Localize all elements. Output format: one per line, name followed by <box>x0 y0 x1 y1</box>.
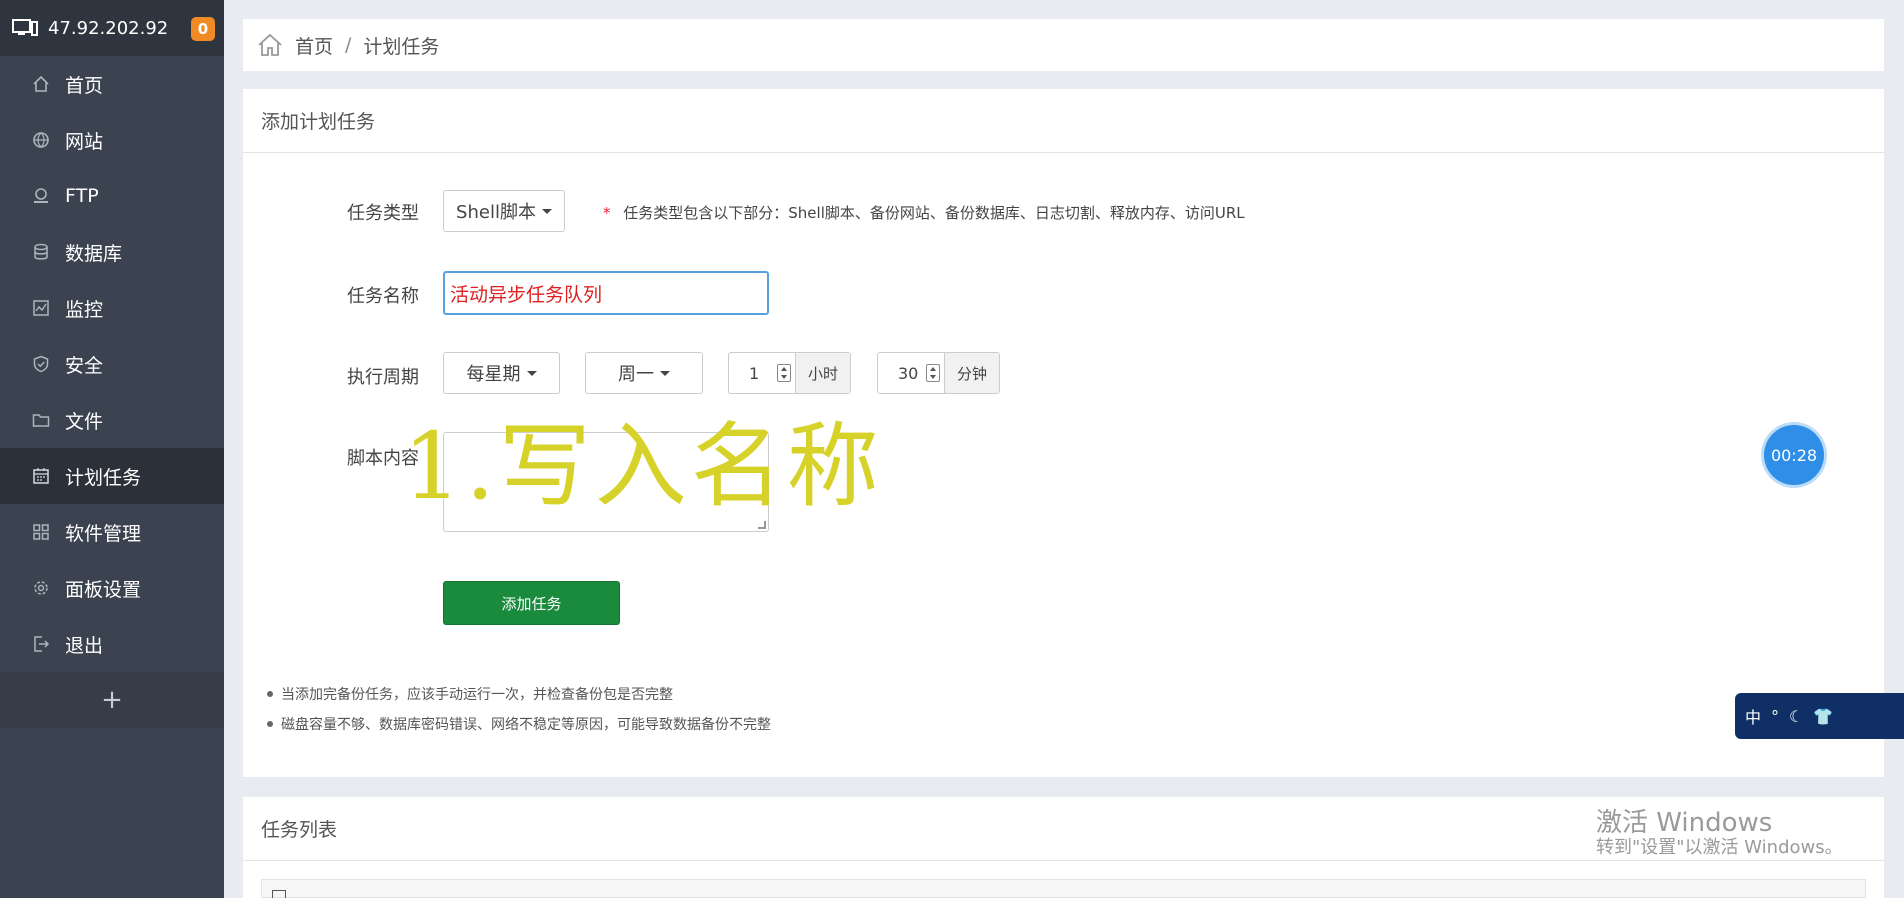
sidebar-item-database[interactable]: 数据库 <box>0 224 224 280</box>
sidebar-item-monitor[interactable]: 监控 <box>0 280 224 336</box>
sidebar-item-label: 安全 <box>65 354 104 377</box>
weekday-dropdown[interactable]: 周一 <box>585 352 703 394</box>
stepper-arrows-icon[interactable] <box>777 364 791 382</box>
server-header: 47.92.202.92 0 <box>0 0 224 56</box>
home-icon <box>258 33 282 56</box>
minute-unit: 分钟 <box>944 353 1000 393</box>
shirt-icon[interactable]: 👕 <box>1813 707 1833 726</box>
recording-timer[interactable]: 00:28 <box>1764 425 1824 485</box>
tip-item: 当添加完备份任务，应该手动运行一次，并检查备份包是否完整 <box>267 679 771 709</box>
task-type-hint-text: 任务类型包含以下部分：Shell脚本、备份网站、备份数据库、日志切割、释放内存、… <box>623 204 1245 222</box>
task-type-dropdown[interactable]: Shell脚本 <box>443 190 565 232</box>
tips-list: 当添加完备份任务，应该手动运行一次，并检查备份包是否完整 磁盘容量不够、数据库密… <box>267 679 771 739</box>
ftp-icon <box>32 187 50 205</box>
chevron-down-icon <box>660 370 670 376</box>
chevron-down-icon <box>541 208 552 214</box>
sidebar-item-files[interactable]: 文件 <box>0 392 224 448</box>
sidebar: 47.92.202.92 0 首页 网站 FTP 数据库 监控 安全 文件 计划… <box>0 0 224 898</box>
sidebar-item-website[interactable]: 网站 <box>0 112 224 168</box>
home-icon <box>32 75 50 93</box>
sidebar-item-ftp[interactable]: FTP <box>0 168 224 224</box>
ime-toolbar[interactable]: 中 ° ☾ 👕 <box>1735 693 1904 739</box>
sidebar-item-label: 计划任务 <box>65 466 142 489</box>
breadcrumb-current: 计划任务 <box>363 35 440 58</box>
breadcrumb-separator: / <box>345 34 352 56</box>
breadcrumb: 首页 / 计划任务 <box>243 19 1884 71</box>
add-task-button[interactable]: 添加任务 <box>443 581 620 625</box>
monitor-icon <box>12 19 38 36</box>
sidebar-item-label: 面板设置 <box>65 578 142 601</box>
period-value: 每星期 <box>466 364 521 385</box>
task-name-label: 任务名称 <box>347 286 419 307</box>
server-ip: 47.92.202.92 <box>48 17 169 39</box>
task-type-value: Shell脚本 <box>456 202 536 223</box>
folder-icon <box>32 411 50 429</box>
task-table-header <box>261 879 1866 898</box>
hour-stepper[interactable]: 1 小时 <box>728 352 852 394</box>
weekday-value: 周一 <box>618 364 654 385</box>
punctuation-icon[interactable]: ° <box>1771 707 1779 726</box>
sidebar-add-button[interactable]: + <box>0 672 224 728</box>
hour-value: 1 <box>749 363 760 383</box>
monitor-icon <box>32 299 50 317</box>
sidebar-nav: 首页 网站 FTP 数据库 监控 安全 文件 计划任务 软件管理 面板设置 退出 <box>0 56 224 672</box>
breadcrumb-home-link[interactable]: 首页 <box>295 32 333 59</box>
select-all-checkbox[interactable] <box>272 890 286 898</box>
calendar-icon <box>32 467 50 485</box>
gear-icon <box>32 579 50 597</box>
sidebar-item-home[interactable]: 首页 <box>0 56 224 112</box>
moon-icon[interactable]: ☾ <box>1789 707 1803 726</box>
grid-icon <box>32 523 50 541</box>
sidebar-item-label: 退出 <box>65 634 104 657</box>
sidebar-item-label: 软件管理 <box>65 522 142 545</box>
task-type-label: 任务类型 <box>347 203 419 224</box>
sidebar-item-label: 文件 <box>65 410 104 433</box>
minute-stepper[interactable]: 30 分钟 <box>877 352 1001 394</box>
hour-stepper-value[interactable]: 1 <box>729 353 795 393</box>
database-icon <box>32 243 50 261</box>
sidebar-item-panel-settings[interactable]: 面板设置 <box>0 560 224 616</box>
stepper-arrows-icon[interactable] <box>926 364 940 382</box>
notification-badge[interactable]: 0 <box>191 17 215 41</box>
tip-item: 磁盘容量不够、数据库密码错误、网络不稳定等原因，可能导致数据备份不完整 <box>267 709 771 739</box>
sidebar-item-scheduled-tasks[interactable]: 计划任务 <box>0 448 224 504</box>
period-label: 执行周期 <box>347 367 419 388</box>
sidebar-item-label: FTP <box>65 185 99 207</box>
sidebar-item-security[interactable]: 安全 <box>0 336 224 392</box>
sidebar-item-software[interactable]: 软件管理 <box>0 504 224 560</box>
activation-watermark-subtitle: 转到"设置"以激活 Windows。 <box>1596 837 1843 858</box>
sidebar-item-label: 首页 <box>65 74 104 97</box>
minute-value: 30 <box>898 363 919 383</box>
task-type-hint: * 任务类型包含以下部分：Shell脚本、备份网站、备份数据库、日志切割、释放内… <box>603 202 1245 223</box>
logout-icon <box>32 635 50 653</box>
sidebar-item-label: 网站 <box>65 130 104 153</box>
add-task-panel: 添加计划任务 任务类型 Shell脚本 * 任务类型包含以下部分：Shell脚本… <box>243 89 1884 777</box>
minute-stepper-value[interactable]: 30 <box>878 353 944 393</box>
period-dropdown[interactable]: 每星期 <box>443 352 560 394</box>
shield-icon <box>32 355 50 373</box>
sidebar-item-logout[interactable]: 退出 <box>0 616 224 672</box>
hour-unit: 小时 <box>795 353 851 393</box>
globe-icon <box>32 131 50 149</box>
ime-mode[interactable]: 中 <box>1745 704 1761 728</box>
sidebar-item-label: 监控 <box>65 298 104 321</box>
panel-title: 添加计划任务 <box>243 89 1884 153</box>
sidebar-item-label: 数据库 <box>65 242 123 265</box>
required-star: * <box>603 204 611 222</box>
annotation-overlay: 1.写入名称 <box>403 413 883 520</box>
chevron-down-icon <box>526 370 537 376</box>
task-name-input[interactable] <box>443 271 769 315</box>
